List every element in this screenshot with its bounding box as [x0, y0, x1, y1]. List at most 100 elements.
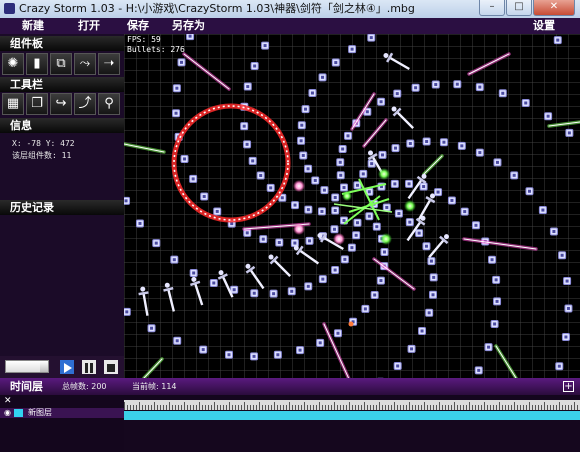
menu-save-as[interactable]: 另存为	[172, 18, 205, 34]
app-icon	[4, 3, 15, 14]
bullet	[347, 243, 356, 252]
bullet	[301, 105, 310, 114]
maximize-button[interactable]: □	[506, 0, 532, 16]
bullet	[172, 84, 181, 93]
frame-ruler[interactable]	[124, 400, 580, 410]
bullet	[393, 89, 402, 98]
speed-slider[interactable]	[5, 360, 49, 373]
bullet	[256, 171, 265, 180]
bullet	[372, 222, 381, 231]
layer-row[interactable]: ◉ 新图层	[0, 408, 124, 418]
bullet	[553, 36, 562, 45]
laser-beam	[494, 344, 518, 378]
bullet	[336, 171, 345, 180]
layer-tool-icon[interactable]: ▦	[2, 93, 24, 115]
bullet	[561, 332, 570, 341]
preview-canvas[interactable]: FPS: 59 Bullets: 276	[124, 34, 580, 378]
close-window-button[interactable]: ✕	[533, 0, 575, 16]
menu-open[interactable]: 打开	[78, 18, 100, 34]
bullet	[493, 158, 502, 167]
info-title: 信息	[10, 119, 32, 132]
bullet	[427, 257, 436, 266]
bullet	[170, 255, 179, 264]
bullet	[525, 187, 534, 196]
layer-track[interactable]	[124, 411, 580, 420]
history-title: 历史记录	[10, 201, 54, 214]
laser-beam	[547, 120, 580, 128]
sword-bullet	[293, 245, 320, 265]
bullet	[297, 136, 306, 145]
bullet	[200, 192, 209, 201]
bullet	[370, 291, 379, 300]
bullet	[510, 171, 519, 180]
bullet	[199, 345, 208, 354]
layer-name[interactable]: 新图层	[28, 408, 52, 418]
bullet	[475, 148, 484, 157]
bullet	[359, 169, 368, 178]
bullet	[305, 236, 314, 245]
rebound-icon[interactable]: ⤳	[74, 53, 96, 75]
bullet	[411, 83, 420, 92]
bullet	[250, 61, 259, 70]
eye-icon[interactable]: ◉	[4, 408, 11, 418]
bullet	[377, 97, 386, 106]
bullet	[406, 139, 415, 148]
minimize-button[interactable]: –	[479, 0, 505, 16]
bullet	[209, 278, 218, 287]
bullet	[493, 297, 502, 306]
bullet	[475, 83, 484, 92]
laser-beam	[467, 52, 511, 76]
bullet	[340, 183, 348, 192]
bullet	[180, 154, 189, 163]
history-header: 历史记录	[0, 200, 124, 215]
tools-title: 工具栏	[10, 78, 43, 91]
bullet	[538, 206, 547, 215]
bullet	[425, 308, 434, 317]
bullet	[317, 207, 326, 216]
stop-icon[interactable]	[104, 360, 118, 374]
bullet	[291, 201, 300, 210]
sword-bullet	[190, 276, 204, 306]
menu-settings[interactable]: 设置	[533, 18, 555, 34]
rotate-icon[interactable]: ⤴	[74, 93, 96, 115]
bullet	[320, 186, 329, 195]
info-header: 信息	[0, 118, 124, 133]
bullet	[308, 89, 317, 98]
bullet	[318, 275, 327, 284]
bullet	[224, 350, 233, 359]
pause-icon[interactable]	[82, 360, 96, 374]
laser-beam	[362, 118, 388, 148]
bullet	[434, 188, 443, 197]
bullet	[173, 336, 182, 345]
laser-beam	[422, 154, 444, 176]
plus-icon[interactable]: +	[563, 381, 574, 392]
emitter-icon[interactable]: ✺	[2, 53, 24, 75]
menu-save[interactable]: 保存	[127, 18, 149, 34]
sword-bullet	[163, 282, 176, 312]
zoom-icon[interactable]: ⚲	[98, 93, 120, 115]
bullets-label: Bullets: 276	[127, 45, 185, 54]
layer-color-swatch	[14, 409, 23, 417]
bullet	[382, 203, 391, 212]
play-icon[interactable]	[60, 360, 74, 374]
bullet	[304, 164, 313, 173]
bullet	[287, 287, 296, 296]
bullet	[318, 73, 327, 82]
menu-new[interactable]: 新建	[22, 18, 44, 34]
laser-icon[interactable]: ▮	[26, 53, 48, 75]
bullet	[521, 98, 530, 107]
force-field-icon[interactable]: ➝	[98, 53, 120, 75]
bullet	[297, 121, 306, 130]
sword-bullet	[391, 106, 414, 129]
bullet	[419, 182, 428, 191]
turn-icon[interactable]: ↪	[50, 93, 72, 115]
sword-bullet	[138, 286, 149, 316]
mask-icon[interactable]: ⧉	[50, 53, 72, 75]
bullet	[340, 255, 349, 264]
bullet	[230, 285, 239, 294]
bullet	[563, 277, 572, 286]
copy-icon[interactable]: ❐	[26, 93, 48, 115]
bullet	[331, 58, 340, 67]
sword-bullet	[217, 270, 234, 298]
close-icon[interactable]: ✕	[4, 396, 12, 406]
